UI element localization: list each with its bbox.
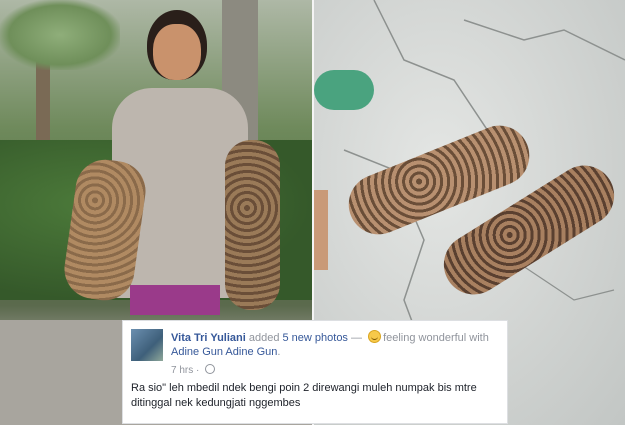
person-shorts <box>130 285 220 315</box>
avatar[interactable] <box>131 329 163 361</box>
timestamp[interactable]: 7 hrs <box>171 365 193 376</box>
feeling-text: feeling wonderful with <box>383 332 489 344</box>
foliage <box>0 0 120 70</box>
tagged-suffix: . <box>277 346 281 358</box>
feeling-separator: — <box>347 332 366 344</box>
globe-icon[interactable] <box>205 364 216 374</box>
facebook-post-card: Vita Tri Yuliani added 5 new photos — fe… <box>122 320 508 424</box>
post-text: Ra sio" leh mbedil ndek bengi poin 2 dir… <box>131 382 477 409</box>
person-face <box>153 24 201 80</box>
author-name[interactable]: Vita Tri Yuliani <box>171 332 246 344</box>
sandal <box>314 70 374 110</box>
meta-separator: · <box>193 365 203 376</box>
tagged-friends-link[interactable]: Adine Gun Adine Gun <box>171 346 277 358</box>
post-header: Vita Tri Yuliani added 5 new photos — fe… <box>171 330 501 359</box>
smiley-icon <box>368 330 382 343</box>
foot <box>314 190 328 270</box>
wildcat-right <box>225 140 280 310</box>
post-meta: 7 hrs · <box>171 364 216 376</box>
photos-link[interactable]: 5 new photos <box>283 332 348 344</box>
post-action: added <box>245 332 283 344</box>
